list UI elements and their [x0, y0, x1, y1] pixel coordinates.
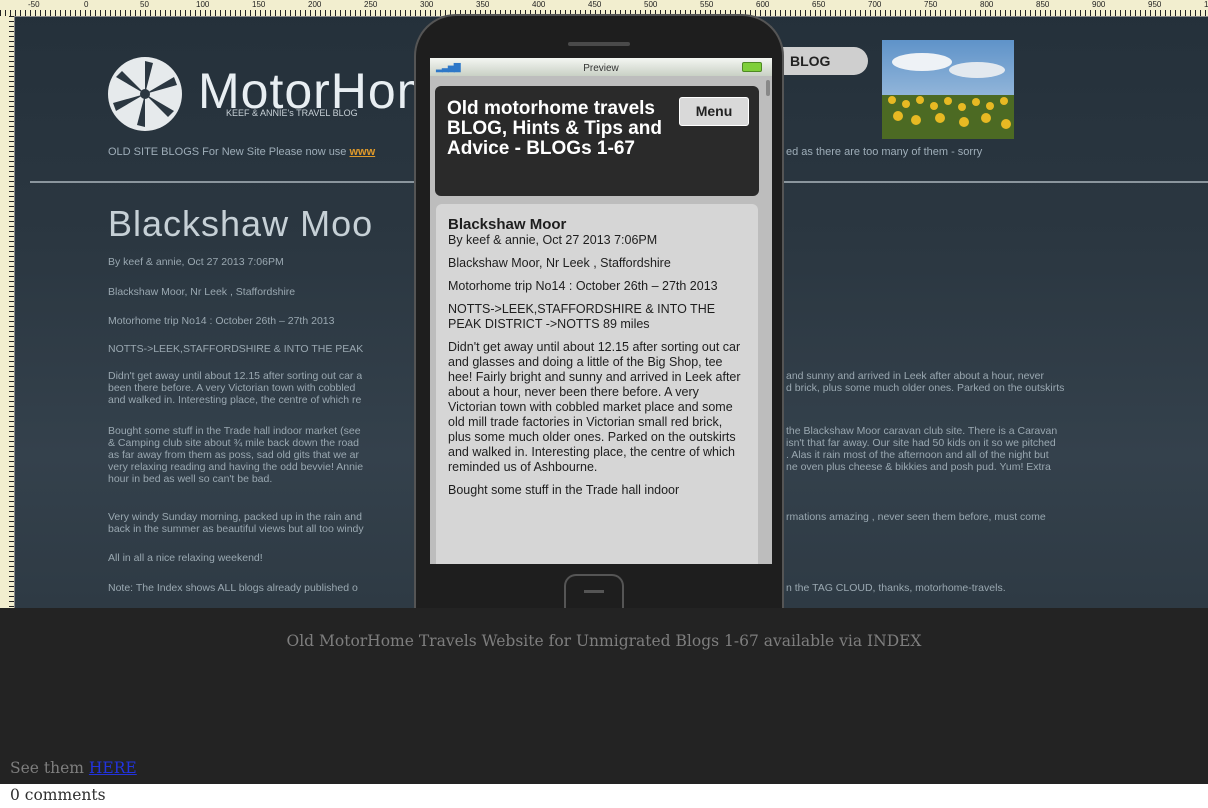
- site-logo-icon: [108, 57, 182, 131]
- site-tagline: KEEF & ANNIE's TRAVEL BLOG: [226, 108, 358, 118]
- ruler-label: 0: [84, 0, 89, 9]
- background-post-title: Blackshaw Moo: [108, 203, 374, 244]
- ruler-label: 350: [476, 0, 490, 9]
- background-paragraph-3: Very windy Sunday morning, packed up in …: [108, 511, 364, 535]
- ruler-label: 100: [196, 0, 210, 9]
- ruler-label: 50: [140, 0, 149, 9]
- ruler-label: 450: [588, 0, 602, 9]
- new-site-link: www: [349, 146, 376, 158]
- ruler-label: 150: [252, 0, 266, 9]
- ruler-label: 1000: [1204, 0, 1208, 9]
- ruler-label: 250: [364, 0, 378, 9]
- ruler-label: 650: [812, 0, 826, 9]
- mobile-post-byline: By keef & annie, Oct 27 2013 7:06PM: [448, 233, 658, 247]
- ruler-label: 300: [420, 0, 434, 9]
- ruler-label: 800: [980, 0, 994, 9]
- old-site-notice: OLD SITE BLOGS For New Site Please now u…: [108, 146, 376, 158]
- phone-status-bar: ▂▃▅▇ Preview: [430, 58, 772, 76]
- mobile-post-paragraph-2: Bought some stuff in the Trade hall indo…: [448, 483, 680, 497]
- mobile-post-route: NOTTS->LEEK,STAFFORDSHIRE & INTO THE PEA…: [448, 302, 716, 331]
- background-paragraph-2: Bought some stuff in the Trade hall indo…: [108, 425, 364, 485]
- background-route: NOTTS->LEEK,STAFFORDSHIRE & INTO THE PEA…: [108, 343, 364, 355]
- background-paragraph-1: Didn't get away until about 12.15 after …: [108, 370, 363, 406]
- mobile-post-location: Blackshaw Moor, Nr Leek , Staffordshire: [448, 256, 671, 270]
- blog-screenshot-image: -50 0 50 100 150 200 250 300 350 400 450 500 550 600 6…: [0, 0, 1208, 608]
- menu-button: Menu: [679, 97, 749, 126]
- ruler-label: 700: [868, 0, 882, 9]
- sunflower-photo: [882, 40, 1014, 139]
- background-summary: All in all a nice relaxing weekend!: [108, 552, 263, 564]
- ruler-label: 950: [1148, 0, 1162, 9]
- phone-speaker: [568, 42, 630, 46]
- ruler-label: 900: [1092, 0, 1106, 9]
- battery-icon: [742, 62, 762, 72]
- phone-mockup: ▂▃▅▇ Preview Old motorhome travels BLOG,…: [414, 14, 784, 608]
- background-paragraph-3-right: rmations amazing , never seen them befor…: [786, 511, 1046, 523]
- ruler-label: 600: [756, 0, 770, 9]
- background-trip: Motorhome trip No14 : October 26th – 27t…: [108, 315, 335, 327]
- old-site-notice-continued: ed as there are too many of them - sorry: [786, 146, 983, 158]
- ruler-label: 400: [532, 0, 546, 9]
- ruler-label: -50: [28, 0, 40, 9]
- phone-screen: ▂▃▅▇ Preview Old motorhome travels BLOG,…: [430, 58, 772, 564]
- ruler-label: 500: [644, 0, 658, 9]
- background-paragraph-2-right: the Blackshaw Moor caravan club site. Th…: [786, 425, 1058, 473]
- mobile-post-card: Blackshaw Moor By keef & annie, Oct 27 2…: [436, 204, 758, 564]
- here-link[interactable]: HERE: [89, 759, 137, 777]
- mobile-post-title: Blackshaw Moor: [448, 216, 567, 233]
- ruler-label: 550: [700, 0, 714, 9]
- mobile-post-trip: Motorhome trip No14 : October 26th – 27t…: [448, 279, 718, 293]
- ruler-label: 750: [924, 0, 938, 9]
- background-note: Note: The Index shows ALL blogs already …: [108, 582, 358, 594]
- background-note-right: n the TAG CLOUD, thanks, motorhome-trave…: [786, 582, 1006, 594]
- mobile-header: Old motorhome travels BLOG, Hints & Tips…: [435, 86, 759, 196]
- mobile-site-title: Old motorhome travels BLOG, Hints & Tips…: [447, 98, 662, 159]
- ruler-label: 200: [308, 0, 322, 9]
- background-paragraph-1-right: and sunny and arrived in Leek after abou…: [786, 370, 1065, 394]
- mobile-post-paragraph: Didn't get away until about 12.15 after …: [448, 340, 741, 474]
- see-them-text: See them HERE: [10, 759, 137, 777]
- phone-home-button: [564, 574, 624, 608]
- comments-count[interactable]: 0 comments: [10, 786, 106, 804]
- vertical-ruler: [0, 16, 15, 608]
- image-caption-area: Old MotorHome Travels Website for Unmigr…: [0, 608, 1208, 784]
- background-byline: By keef & annie, Oct 27 2013 7:06PM: [108, 256, 284, 268]
- ruler-label: 850: [1036, 0, 1050, 9]
- scrollbar: [766, 80, 770, 96]
- background-location: Blackshaw Moor, Nr Leek , Staffordshire: [108, 286, 296, 298]
- image-caption: Old MotorHome Travels Website for Unmigr…: [286, 632, 922, 650]
- preview-label: Preview: [583, 63, 619, 74]
- nav-blog-tab: BLOG: [770, 47, 868, 75]
